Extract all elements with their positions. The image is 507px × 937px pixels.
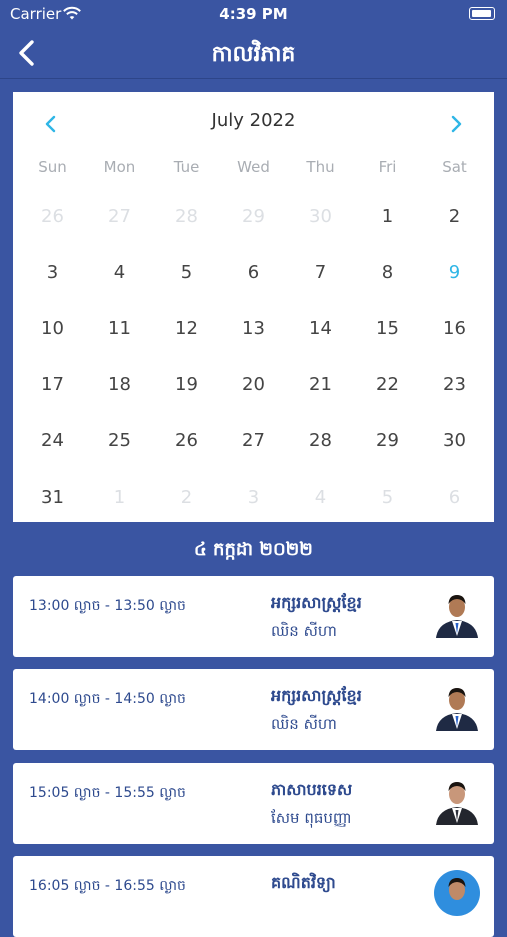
weekday-label: Wed — [237, 158, 270, 176]
calendar-day[interactable]: 5 — [153, 244, 220, 300]
calendar-day[interactable]: 6 — [220, 244, 287, 300]
calendar-day[interactable]: 14 — [287, 300, 354, 356]
calendar-day[interactable]: 30 — [421, 413, 488, 469]
calendar-day-outside-month[interactable]: 4 — [287, 469, 354, 525]
calendar-day[interactable]: 17 — [19, 357, 86, 413]
calendar-day-outside-month[interactable]: 28 — [153, 188, 220, 244]
calendar-day-outside-month[interactable]: 1 — [86, 469, 153, 525]
weekday-label: Sun — [38, 158, 67, 176]
subject-name: អក្សរសាស្ត្រខ្មែរ — [271, 686, 362, 705]
schedule-item[interactable]: 13:00 ល្ងាច - 13:50 ល្ងាច អក្សរសាស្ត្រខ្… — [13, 576, 494, 657]
calendar-day[interactable]: 10 — [19, 300, 86, 356]
calendar-day[interactable]: 24 — [19, 413, 86, 469]
teacher-avatar — [434, 870, 480, 916]
time-range: 15:05 ល្ងាច - 15:55 ល្ងាច — [29, 785, 186, 801]
calendar-day-outside-month[interactable]: 5 — [354, 469, 421, 525]
calendar-day[interactable]: 3 — [19, 244, 86, 300]
month-label: July 2022 — [211, 110, 296, 131]
teacher-avatar — [434, 681, 480, 731]
calendar-day[interactable]: 1 — [354, 188, 421, 244]
teacher-name: ឈិន សីហា — [271, 622, 337, 640]
subject-name: គណិតវិទ្យា — [271, 873, 336, 892]
calendar-day[interactable]: 19 — [153, 357, 220, 413]
calendar-day[interactable]: 2 — [421, 188, 488, 244]
calendar-day-outside-month[interactable]: 26 — [19, 188, 86, 244]
navigation-bar: កាលវិភាគ — [0, 28, 507, 79]
next-month-button[interactable] — [444, 112, 468, 136]
schedule-item[interactable]: 16:05 ល្ងាច - 16:55 ល្ងាច គណិតវិទ្យា — [13, 856, 494, 937]
schedule-item[interactable]: 15:05 ល្ងាច - 15:55 ល្ងាច ភាសាបរទេស សែម … — [13, 763, 494, 844]
calendar-day[interactable]: 11 — [86, 300, 153, 356]
page-title: កាលវិភាគ — [211, 42, 296, 67]
calendar-day[interactable]: 4 — [86, 244, 153, 300]
status-bar: Carrier 4:39 PM — [0, 0, 507, 28]
teacher-name: ឈិន សីហា — [271, 715, 337, 733]
weekday-label: Thu — [306, 158, 335, 176]
calendar-day-outside-month[interactable]: 6 — [421, 469, 488, 525]
calendar-day[interactable]: 15 — [354, 300, 421, 356]
weekday-label: Sat — [442, 158, 467, 176]
weekday-label: Mon — [103, 158, 136, 176]
selected-date-label: ៤ កក្កដា ២០២២ — [194, 539, 313, 560]
calendar-day-outside-month[interactable]: 29 — [220, 188, 287, 244]
calendar-day-outside-month[interactable]: 27 — [86, 188, 153, 244]
weekday-label: Tue — [173, 158, 200, 176]
calendar-day[interactable]: 23 — [421, 357, 488, 413]
teacher-avatar — [434, 588, 480, 638]
calendar-day[interactable]: 7 — [287, 244, 354, 300]
calendar-day[interactable]: 20 — [220, 357, 287, 413]
calendar-day[interactable]: 13 — [220, 300, 287, 356]
battery-icon — [469, 7, 495, 20]
time-range: 16:05 ល្ងាច - 16:55 ល្ងាច — [29, 878, 186, 894]
calendar-day[interactable]: 31 — [19, 469, 86, 525]
calendar-day[interactable]: 29 — [354, 413, 421, 469]
weekday-header: Sun Mon Tue Wed Thu Fri Sat — [19, 158, 488, 176]
teacher-name: សែម ពុធបញ្ញា — [271, 809, 352, 827]
weekday-label: Fri — [378, 158, 397, 176]
calendar-day[interactable]: 28 — [287, 413, 354, 469]
time-range: 14:00 ល្ងាច - 14:50 ល្ងាច — [29, 691, 186, 707]
teacher-avatar — [434, 775, 480, 825]
calendar-day[interactable]: 18 — [86, 357, 153, 413]
time-range: 13:00 ល្ងាច - 13:50 ល្ងាច — [29, 598, 186, 614]
calendar-day[interactable]: 12 — [153, 300, 220, 356]
calendar-day-outside-month[interactable]: 2 — [153, 469, 220, 525]
calendar-day-outside-month[interactable]: 3 — [220, 469, 287, 525]
subject-name: អក្សរសាស្ត្រខ្មែរ — [271, 593, 362, 612]
schedule-item[interactable]: 14:00 ល្ងាច - 14:50 ល្ងាច អក្សរសាស្ត្រខ្… — [13, 669, 494, 750]
calendar-day[interactable]: 22 — [354, 357, 421, 413]
calendar-day[interactable]: 8 — [354, 244, 421, 300]
calendar-day[interactable]: 16 — [421, 300, 488, 356]
calendar-day[interactable]: 9 — [421, 244, 488, 300]
subject-name: ភាសាបរទេស — [271, 780, 353, 799]
clock: 4:39 PM — [219, 5, 288, 23]
calendar: July 2022 Sun Mon Tue Wed Thu Fri Sat 26… — [13, 92, 494, 522]
calendar-day-outside-month[interactable]: 30 — [287, 188, 354, 244]
calendar-day[interactable]: 26 — [153, 413, 220, 469]
calendar-day[interactable]: 27 — [220, 413, 287, 469]
day-grid: 26 27 28 29 30 1 2 3 4 5 6 7 8 9 10 11 12 13 14 15 16 17 18 19 2… — [19, 188, 488, 525]
calendar-day[interactable]: 21 — [287, 357, 354, 413]
calendar-day[interactable]: 25 — [86, 413, 153, 469]
